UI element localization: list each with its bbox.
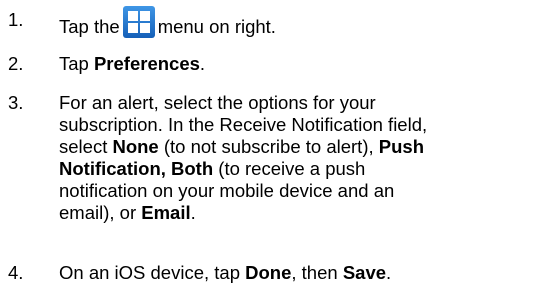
step-4-suffix: . [386,262,392,283]
step-number: 3. [8,92,24,113]
step-3-line-5: notification on your mobile device and a… [59,180,395,201]
grid-menu-icon [122,6,155,38]
step-4-mid: , then [291,262,343,283]
step-2-prefix: Tap [59,53,94,74]
text-fragment: select [59,136,113,157]
step-1-text-after: menu on right. [157,16,276,37]
step-number: 2. [8,53,24,74]
done-label: Done [245,262,292,283]
text-fragment: email), or [59,202,142,223]
step-3-line-3: select None (to not subscribe to alert),… [59,136,534,158]
text-fragment: . [190,202,196,223]
notification-both-label: Notification, Both [59,158,214,179]
email-option-label: Email [141,202,191,223]
step-number: 1. [8,9,24,30]
none-option-label: None [112,136,159,157]
step-3-line-1: For an alert, select the options for you… [59,92,376,113]
text-fragment: (to receive a push [213,158,366,179]
save-label: Save [342,262,387,283]
step-text: On an iOS device, tap Done, then Save. [59,262,534,284]
push-label: Push [378,136,424,157]
text-fragment: (to not subscribe to alert), [158,136,379,157]
step-3-line-6: email), or Email. [59,202,534,224]
step-1-text-before: Tap the [59,16,120,37]
step-4-prefix: On an iOS device, tap [59,262,246,283]
step-2-suffix: . [199,53,206,74]
step-number: 4. [8,262,24,283]
step-3-line-4: Notification, Both (to receive a push [59,158,534,180]
step-text: For an alert, select the options for you… [59,92,534,224]
preferences-label: Preferences [93,53,200,74]
step-text: Tap Preferences. [59,53,534,75]
step-3-line-2: subscription. In the Receive Notificatio… [59,114,428,135]
step-text: Tap the menu on right. [59,6,534,38]
